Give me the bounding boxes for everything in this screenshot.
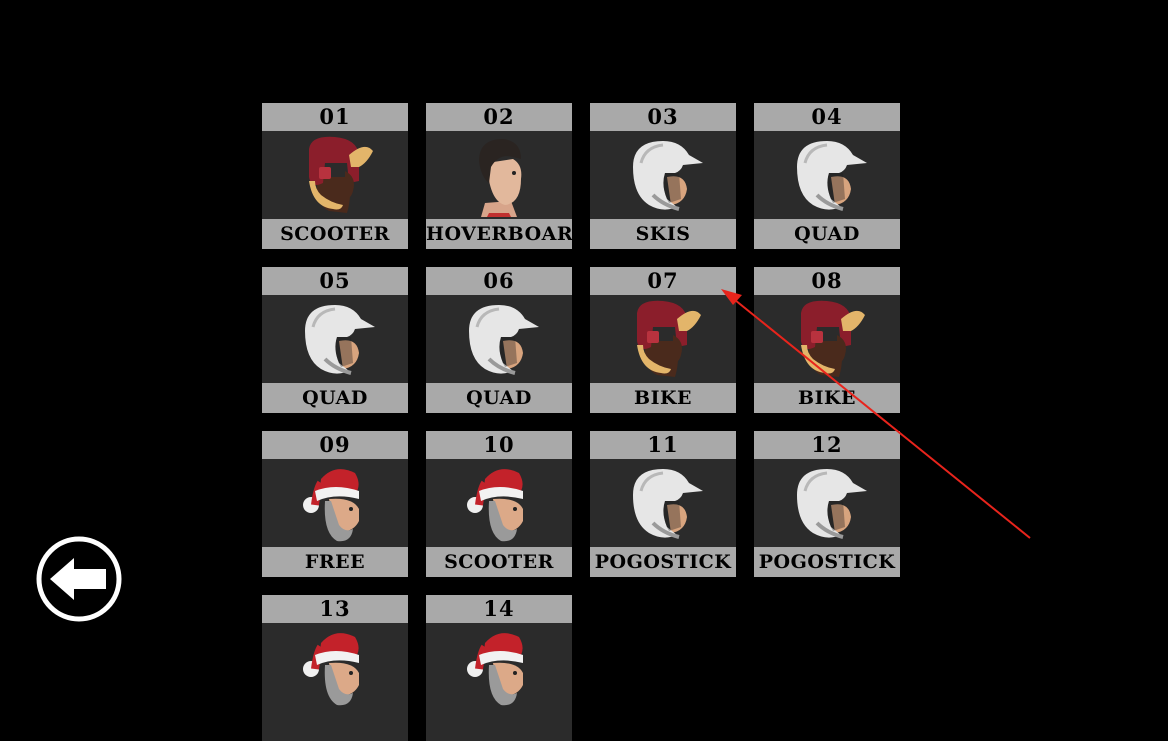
level-vehicle: SCOOTER: [262, 219, 408, 249]
level-number: 13: [262, 595, 408, 623]
dark-hair-rider-icon: [479, 139, 522, 217]
level-vehicle: HOVERBOARD: [426, 219, 572, 249]
level-number: 03: [590, 103, 736, 131]
santa-rider-icon: [303, 469, 359, 542]
level-vehicle: SCOOTER: [426, 547, 572, 577]
level-card[interactable]: 04 QUAD: [754, 103, 900, 249]
level-vehicle: POGOSTICK: [590, 547, 736, 577]
motocross-helmet-rider-icon: [633, 469, 703, 539]
level-vehicle: BIKE: [590, 383, 736, 413]
level-number: 10: [426, 431, 572, 459]
trapper-hat-rider-icon: [801, 300, 865, 377]
level-number: 02: [426, 103, 572, 131]
trapper-hat-rider-icon: [309, 136, 373, 213]
level-card[interactable]: 01 SCOOTER: [262, 103, 408, 249]
level-number: 11: [590, 431, 736, 459]
level-card[interactable]: 02 HOVERBOARD: [426, 103, 572, 249]
santa-rider-icon: [303, 633, 359, 706]
level-card[interactable]: 13: [262, 595, 408, 741]
level-card[interactable]: 10 SCOOTER: [426, 431, 572, 577]
level-card[interactable]: 07 BIKE: [590, 267, 736, 413]
level-vehicle: POGOSTICK: [754, 547, 900, 577]
level-card[interactable]: 05 QUAD: [262, 267, 408, 413]
level-vehicle: FREE: [262, 547, 408, 577]
back-button[interactable]: [36, 536, 122, 622]
level-grid: 01 SCOOTER02 HOVERBOARD03 SKIS04 QUAD05 …: [262, 103, 900, 741]
level-card[interactable]: 08 BIKE: [754, 267, 900, 413]
motocross-helmet-rider-icon: [469, 305, 539, 375]
level-vehicle: BIKE: [754, 383, 900, 413]
left-arrow-circle-icon: [36, 536, 122, 622]
level-number: 06: [426, 267, 572, 295]
level-number: 09: [262, 431, 408, 459]
santa-rider-icon: [467, 633, 523, 706]
santa-rider-icon: [467, 469, 523, 542]
level-vehicle: QUAD: [426, 383, 572, 413]
level-card[interactable]: 06 QUAD: [426, 267, 572, 413]
trapper-hat-rider-icon: [637, 300, 701, 377]
level-card[interactable]: 14: [426, 595, 572, 741]
level-vehicle: SKIS: [590, 219, 736, 249]
level-number: 07: [590, 267, 736, 295]
level-vehicle: QUAD: [754, 219, 900, 249]
motocross-helmet-rider-icon: [797, 141, 867, 211]
level-number: 12: [754, 431, 900, 459]
level-card[interactable]: 11 POGOSTICK: [590, 431, 736, 577]
level-card[interactable]: 03 SKIS: [590, 103, 736, 249]
level-number: 08: [754, 267, 900, 295]
level-card[interactable]: 09 FREE: [262, 431, 408, 577]
level-number: 04: [754, 103, 900, 131]
level-number: 01: [262, 103, 408, 131]
level-number: 14: [426, 595, 572, 623]
level-card[interactable]: 12 POGOSTICK: [754, 431, 900, 577]
level-number: 05: [262, 267, 408, 295]
level-vehicle: QUAD: [262, 383, 408, 413]
motocross-helmet-rider-icon: [633, 141, 703, 211]
motocross-helmet-rider-icon: [797, 469, 867, 539]
motocross-helmet-rider-icon: [305, 305, 375, 375]
